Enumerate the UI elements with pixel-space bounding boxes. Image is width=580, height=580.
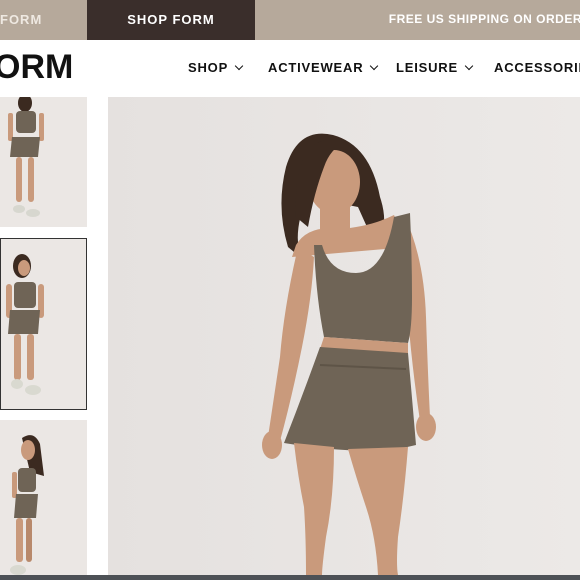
model-photo-icon — [0, 420, 87, 580]
main-product-image[interactable] — [108, 97, 580, 575]
product-thumbnail[interactable] — [0, 97, 87, 227]
shop-form-tab-label: SHOP FORM — [127, 12, 215, 27]
nav-item-label: SHOP — [188, 60, 229, 75]
shipping-banner-text: FREE US SHIPPING ON ORDER — [388, 12, 580, 26]
chevron-down-icon — [370, 61, 379, 71]
promo-bar: FORM SHOP FORM FREE US SHIPPING ON ORDER — [0, 0, 580, 40]
chevron-down-icon — [234, 61, 244, 71]
product-thumbnail[interactable] — [0, 420, 87, 580]
bottom-bar — [0, 575, 580, 580]
nav-item-label: ACCESSORIES — [494, 60, 580, 75]
nav-item-accessories[interactable]: ACCESSORIES — [494, 60, 580, 75]
chevron-down-icon — [464, 61, 474, 71]
shop-form-tab[interactable]: SHOP FORM — [87, 0, 255, 40]
model-photo-icon — [0, 97, 87, 227]
model-photo-icon — [108, 97, 580, 575]
brand-tab[interactable]: FORM — [0, 0, 87, 40]
site-header: ORM SHOP ACTIVEWEAR LEISURE ACCESSORIES — [0, 40, 580, 96]
model-photo-icon — [0, 238, 87, 410]
nav-item-activewear[interactable]: ACTIVEWEAR — [268, 60, 379, 75]
nav-item-label: LEISURE — [396, 60, 458, 75]
brand-logo[interactable]: ORM — [0, 48, 73, 87]
brand-tab-label: FORM — [0, 12, 43, 27]
nav-item-label: ACTIVEWEAR — [268, 60, 364, 75]
product-thumbnail-selected[interactable] — [0, 238, 87, 410]
nav-item-shop[interactable]: SHOP — [188, 60, 244, 75]
nav-item-leisure[interactable]: LEISURE — [396, 60, 474, 75]
